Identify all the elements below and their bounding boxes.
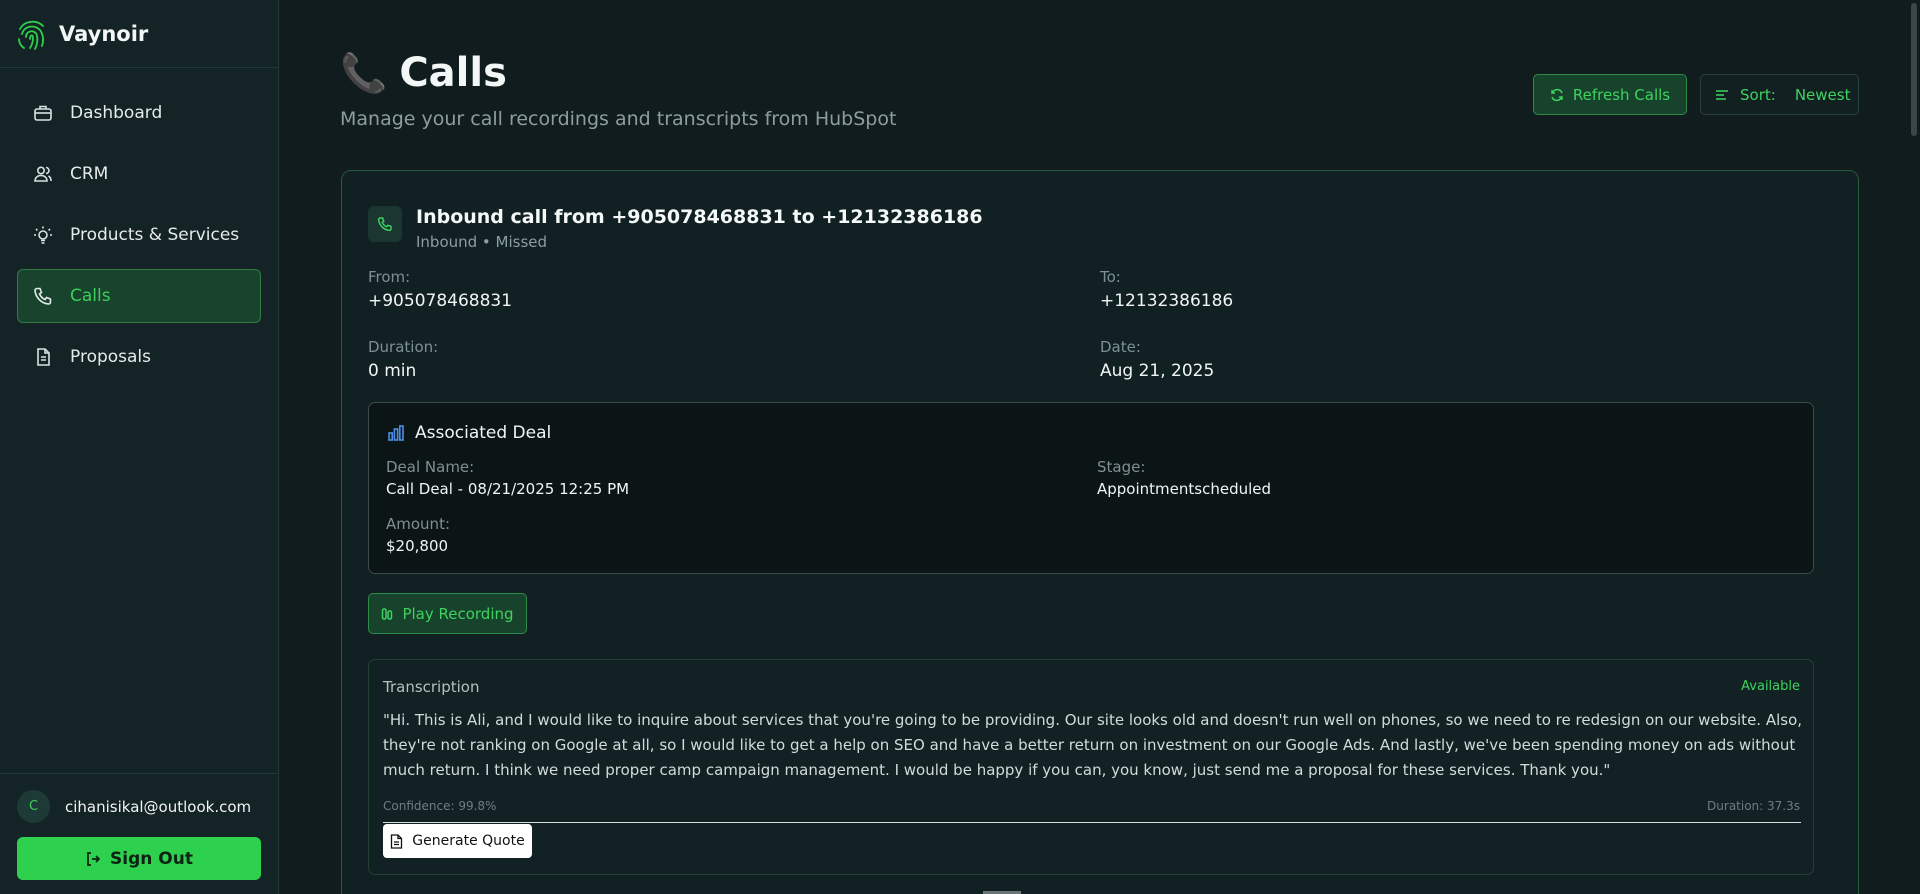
document-icon xyxy=(32,346,54,368)
sidebar: Vaynoir Dashboard CRM Products & Service… xyxy=(0,0,279,894)
deal-stage-value: Appointmentscheduled xyxy=(1097,480,1272,498)
deal-name-value: Call Deal - 08/21/2025 12:25 PM xyxy=(386,480,630,498)
to-value: +12132386186 xyxy=(1100,291,1234,311)
sidebar-item-label: Calls xyxy=(70,286,111,306)
app-name: Vaynoir xyxy=(59,21,149,46)
bar-chart-icon xyxy=(387,424,405,442)
sign-out-button[interactable]: Sign Out xyxy=(17,837,261,880)
call-meta: Inbound • Missed xyxy=(416,233,548,251)
to-label: To: xyxy=(1100,268,1121,286)
sort-label: Sort: xyxy=(1740,85,1776,104)
refresh-icon xyxy=(1550,88,1564,102)
sidebar-item-label: Products & Services xyxy=(70,225,240,245)
lightbulb-icon xyxy=(32,224,54,246)
telephone-emoji-icon: 📞 xyxy=(340,50,388,95)
refresh-calls-button[interactable]: Refresh Calls xyxy=(1533,74,1687,115)
call-header: Inbound call from +905078468831 to +1213… xyxy=(368,206,983,251)
play-recording-button[interactable]: Play Recording xyxy=(368,593,527,634)
sidebar-item-dashboard[interactable]: Dashboard xyxy=(17,86,261,140)
deal-amount-label: Amount: xyxy=(386,515,450,533)
main-content: 📞 Calls Manage your call recordings and … xyxy=(280,0,1920,894)
refresh-calls-label: Refresh Calls xyxy=(1572,85,1671,104)
transcription-text: "Hi. This is Ali, and I would like to in… xyxy=(383,711,1803,779)
avatar: C xyxy=(17,790,50,823)
sidebar-item-label: Dashboard xyxy=(70,103,163,123)
user-profile[interactable]: C cihanisikal@outlook.com xyxy=(17,790,261,823)
sort-lines-icon xyxy=(1715,88,1729,102)
transcription-status-badge: Available xyxy=(1741,679,1800,694)
transcription-confidence: Confidence: 99.8% xyxy=(383,799,497,813)
page-title: 📞 Calls xyxy=(340,50,507,96)
from-label: From: xyxy=(368,268,411,286)
user-email: cihanisikal@outlook.com xyxy=(65,797,252,816)
deal-stage-label: Stage: xyxy=(1097,458,1146,476)
transcription-title: Transcription xyxy=(383,678,480,696)
transcription-duration: Duration: 37.3s xyxy=(1707,799,1800,813)
call-card: Inbound call from +905078468831 to +1213… xyxy=(341,170,1859,894)
phone-icon xyxy=(368,206,402,242)
generate-quote-label: Generate Quote xyxy=(412,833,525,849)
associated-deal-panel: Associated Deal Deal Name: Call Deal - 0… xyxy=(368,402,1814,574)
from-value: +905078468831 xyxy=(368,291,513,311)
sidebar-item-crm[interactable]: CRM xyxy=(17,147,261,201)
audio-icon xyxy=(381,607,393,621)
divider xyxy=(383,822,1801,823)
phone-icon xyxy=(32,285,54,307)
play-recording-label: Play Recording xyxy=(402,604,514,623)
sidebar-nav: Dashboard CRM Products & Services Calls … xyxy=(0,68,278,384)
generate-quote-button[interactable]: Generate Quote xyxy=(383,824,532,858)
sign-out-label: Sign Out xyxy=(110,848,193,869)
briefcase-icon xyxy=(32,102,54,124)
duration-value: 0 min xyxy=(368,361,417,381)
call-title: Inbound call from +905078468831 to +1213… xyxy=(416,206,983,228)
brand[interactable]: Vaynoir xyxy=(0,0,278,68)
deal-amount-value: $20,800 xyxy=(386,537,449,555)
document-icon xyxy=(390,833,403,849)
deal-heading: Associated Deal xyxy=(415,423,552,443)
duration-label: Duration: xyxy=(368,338,439,356)
sidebar-item-label: Proposals xyxy=(70,347,152,367)
fingerprint-logo-icon xyxy=(18,20,44,50)
sidebar-item-proposals[interactable]: Proposals xyxy=(17,330,261,384)
users-icon xyxy=(32,163,54,185)
page-subtitle: Manage your call recordings and transcri… xyxy=(340,108,897,130)
sidebar-footer: C cihanisikal@outlook.com Sign Out xyxy=(0,773,278,894)
transcription-panel: Transcription Available "Hi. This is Ali… xyxy=(368,659,1814,875)
page-heading: Calls xyxy=(399,50,507,96)
date-label: Date: xyxy=(1100,338,1141,356)
deal-name-label: Deal Name: xyxy=(386,458,475,476)
deal-header: Associated Deal xyxy=(387,423,551,443)
sort-value: Newest xyxy=(1794,85,1851,104)
sidebar-item-products-services[interactable]: Products & Services xyxy=(17,208,261,262)
sort-dropdown[interactable]: Sort: Newest xyxy=(1700,74,1859,115)
date-value: Aug 21, 2025 xyxy=(1100,361,1215,381)
sidebar-item-calls[interactable]: Calls xyxy=(17,269,261,323)
scrollbar-thumb[interactable] xyxy=(1911,3,1917,136)
vertical-scrollbar[interactable] xyxy=(1908,0,1920,894)
sidebar-item-label: CRM xyxy=(70,164,109,184)
logout-icon xyxy=(85,851,101,867)
